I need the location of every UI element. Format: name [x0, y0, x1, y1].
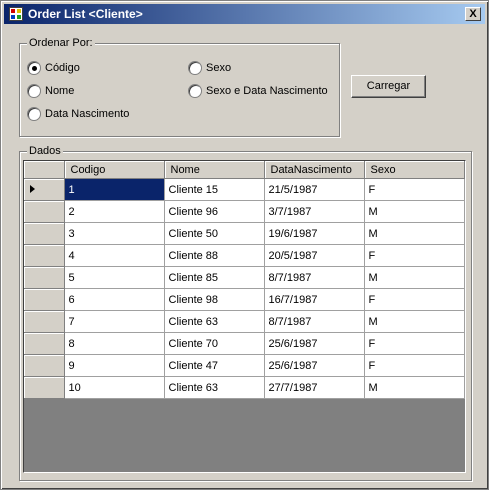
cell-codigo[interactable]: 2: [64, 200, 165, 223]
cell-data-nascimento[interactable]: 27/7/1987: [264, 376, 365, 399]
cell-nome[interactable]: Cliente 96: [164, 200, 265, 223]
cell-codigo[interactable]: 5: [64, 266, 165, 289]
grid-table: Codigo Nome DataNascimento Sexo 1 Client…: [24, 161, 465, 399]
table-row[interactable]: 1 Cliente 15 21/5/1987 F: [24, 178, 465, 201]
radio-sexo-circle: [188, 61, 202, 75]
cell-nome[interactable]: Cliente 15: [164, 178, 265, 201]
cell-sexo[interactable]: F: [364, 244, 465, 267]
table-row[interactable]: 7 Cliente 63 8/7/1987 M: [24, 310, 465, 333]
column-header-data-nascimento[interactable]: DataNascimento: [264, 161, 365, 179]
cell-nome[interactable]: Cliente 88: [164, 244, 265, 267]
main-window: Order List <Cliente> X Ordenar Por: Códi…: [0, 0, 489, 490]
order-by-legend: Ordenar Por:: [27, 37, 95, 49]
cell-sexo[interactable]: M: [364, 200, 465, 223]
radio-data-nascimento-label: Data Nascimento: [45, 108, 130, 120]
window-title: Order List <Cliente>: [28, 7, 143, 21]
cell-codigo[interactable]: 6: [64, 288, 165, 311]
cell-sexo[interactable]: M: [364, 266, 465, 289]
column-header-sexo[interactable]: Sexo: [364, 161, 465, 179]
column-header-nome[interactable]: Nome: [164, 161, 265, 179]
cell-sexo[interactable]: F: [364, 288, 465, 311]
radio-nome-label: Nome: [45, 85, 75, 97]
row-header[interactable]: [24, 266, 65, 289]
cell-data-nascimento[interactable]: 25/6/1987: [264, 332, 365, 355]
cell-sexo[interactable]: M: [364, 310, 465, 333]
row-header[interactable]: [24, 178, 65, 201]
column-header-codigo[interactable]: Codigo: [64, 161, 165, 179]
table-row[interactable]: 5 Cliente 85 8/7/1987 M: [24, 266, 465, 289]
cell-data-nascimento[interactable]: 20/5/1987: [264, 244, 365, 267]
cell-codigo[interactable]: 4: [64, 244, 165, 267]
cell-data-nascimento[interactable]: 21/5/1987: [264, 178, 365, 201]
cell-data-nascimento[interactable]: 3/7/1987: [264, 200, 365, 223]
table-row[interactable]: 4 Cliente 88 20/5/1987 F: [24, 244, 465, 267]
cell-codigo[interactable]: 9: [64, 354, 165, 377]
cell-nome[interactable]: Cliente 63: [164, 376, 265, 399]
radio-data-nascimento-circle: [27, 107, 41, 121]
radio-nome-circle: [27, 84, 41, 98]
cell-codigo[interactable]: 3: [64, 222, 165, 245]
cell-nome[interactable]: Cliente 70: [164, 332, 265, 355]
table-row[interactable]: 3 Cliente 50 19/6/1987 M: [24, 222, 465, 245]
cell-nome[interactable]: Cliente 50: [164, 222, 265, 245]
cell-data-nascimento[interactable]: 25/6/1987: [264, 354, 365, 377]
table-row[interactable]: 6 Cliente 98 16/7/1987 F: [24, 288, 465, 311]
data-grid[interactable]: Codigo Nome DataNascimento Sexo 1 Client…: [23, 160, 466, 473]
cell-sexo[interactable]: M: [364, 376, 465, 399]
radio-sexo-data-nascimento-label: Sexo e Data Nascimento: [206, 85, 328, 97]
row-header[interactable]: [24, 376, 65, 399]
row-header[interactable]: [24, 354, 65, 377]
cell-data-nascimento[interactable]: 19/6/1987: [264, 222, 365, 245]
row-header[interactable]: [24, 332, 65, 355]
row-header[interactable]: [24, 200, 65, 223]
order-by-group: Ordenar Por: Código Nome Data Nascimento…: [19, 37, 340, 137]
row-header[interactable]: [24, 222, 65, 245]
radio-selected-dot: [32, 66, 37, 71]
cell-sexo[interactable]: M: [364, 222, 465, 245]
cell-nome[interactable]: Cliente 63: [164, 310, 265, 333]
table-row[interactable]: 2 Cliente 96 3/7/1987 M: [24, 200, 465, 223]
cell-sexo[interactable]: F: [364, 178, 465, 201]
cell-sexo[interactable]: F: [364, 354, 465, 377]
row-header[interactable]: [24, 244, 65, 267]
cell-sexo[interactable]: F: [364, 332, 465, 355]
grid-corner-cell[interactable]: [24, 161, 65, 179]
close-button[interactable]: X: [465, 7, 481, 21]
title-bar[interactable]: Order List <Cliente> X: [4, 4, 485, 24]
cell-codigo[interactable]: 1: [64, 178, 165, 201]
cell-data-nascimento[interactable]: 16/7/1987: [264, 288, 365, 311]
load-button[interactable]: Carregar: [351, 75, 426, 98]
app-icon: [9, 7, 23, 21]
cell-codigo[interactable]: 10: [64, 376, 165, 399]
cell-codigo[interactable]: 8: [64, 332, 165, 355]
table-row[interactable]: 8 Cliente 70 25/6/1987 F: [24, 332, 465, 355]
cell-data-nascimento[interactable]: 8/7/1987: [264, 310, 365, 333]
table-row[interactable]: 10 Cliente 63 27/7/1987 M: [24, 376, 465, 399]
close-icon: X: [469, 8, 477, 20]
data-legend: Dados: [27, 145, 63, 157]
cell-nome[interactable]: Cliente 85: [164, 266, 265, 289]
cell-nome[interactable]: Cliente 47: [164, 354, 265, 377]
radio-sexo-data-nascimento-circle: [188, 84, 202, 98]
table-row[interactable]: 9 Cliente 47 25/6/1987 F: [24, 354, 465, 377]
cell-nome[interactable]: Cliente 98: [164, 288, 265, 311]
current-row-arrow-icon: [30, 185, 35, 193]
radio-codigo-label: Código: [45, 62, 80, 74]
radio-codigo-circle: [27, 61, 41, 75]
radio-sexo-label: Sexo: [206, 62, 232, 74]
grid-header-row: Codigo Nome DataNascimento Sexo: [24, 161, 465, 179]
cell-data-nascimento[interactable]: 8/7/1987: [264, 266, 365, 289]
row-header[interactable]: [24, 310, 65, 333]
cell-codigo[interactable]: 7: [64, 310, 165, 333]
row-header[interactable]: [24, 288, 65, 311]
